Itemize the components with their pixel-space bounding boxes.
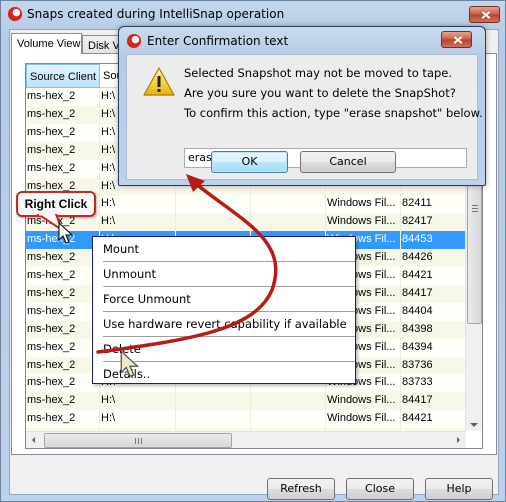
menu-item-details[interactable]: Details.. (103, 362, 355, 387)
cell-col4 (251, 213, 326, 232)
cell-job-id: 82417 (401, 213, 466, 232)
cell-source-client: ms-hex_2 (26, 302, 100, 321)
cell-job-id: 84394 (401, 338, 466, 357)
cell-job-id: 82411 (401, 195, 466, 214)
cell-job-id: 84417 (401, 284, 466, 303)
cell-source-client: ms-hex_2 (26, 267, 100, 285)
cell-source-client: ms-hex_2 (26, 159, 100, 178)
help-button[interactable]: Help (425, 478, 493, 500)
menu-item-unmount[interactable]: Unmount (103, 262, 355, 287)
cell-job-id: 84453 (401, 231, 466, 250)
cell-job-id: 83736 (401, 356, 466, 375)
mouse-cursor-icon-2 (120, 350, 140, 378)
cell-job-id: 84417 (401, 392, 466, 411)
cell-job-id: 83733 (401, 374, 466, 393)
cell-source-client: ms-hex_2 (26, 338, 100, 357)
menu-item-mount[interactable]: Mount (103, 237, 355, 262)
window-title: Snaps created during IntelliSnap operati… (27, 7, 285, 21)
table-row[interactable]: ms-hex_2H:\ Windows Fil...84421 (26, 410, 466, 429)
cell-source-client: ms-hex_2 (26, 141, 100, 160)
ok-button[interactable]: OK (211, 151, 288, 173)
confirmation-dialog: Enter Confirmation text Selected Snapsho… (118, 26, 486, 186)
cell-source-client: ms-hex_2 (26, 356, 100, 375)
cell-job-id: 84421 (401, 267, 466, 285)
cell-source: H:\ (100, 392, 176, 411)
cell-source: H:\ (100, 410, 176, 429)
app-icon (7, 6, 23, 22)
cell-col4 (251, 410, 326, 429)
dialog-close-button[interactable] (441, 31, 472, 48)
dialog-message-line-3: To confirm this action, type "erase snap… (184, 106, 483, 120)
cell-col3 (176, 410, 251, 429)
cell-job-id: 84398 (401, 320, 466, 339)
cell-source-client: ms-hex_2 (26, 249, 100, 268)
dialog-message-line-2: Are you sure you want to delete the Snap… (184, 86, 456, 100)
horizontal-scrollbar[interactable] (26, 431, 466, 448)
scroll-left-arrow[interactable] (32, 437, 35, 443)
cell-source-client: ms-hex_2 (26, 284, 100, 303)
horizontal-scroll-thumb[interactable] (44, 433, 232, 448)
warning-icon (143, 67, 175, 96)
menu-item-force-unmount[interactable]: Force Unmount (103, 287, 355, 312)
cell-source-client: ms-hex_2 (26, 105, 100, 124)
cell-source-client: ms-hex_2 (26, 392, 100, 411)
cell-source-client: ms-hex_2 (26, 374, 100, 393)
mouse-cursor-icon (58, 222, 74, 244)
cell-source: H:\ (100, 195, 176, 214)
dialog-title: Enter Confirmation text (147, 34, 289, 48)
column-source-client[interactable]: Source Client (26, 64, 100, 88)
cell-col3 (176, 213, 251, 232)
cell-col4 (251, 392, 326, 411)
cancel-button[interactable]: Cancel (300, 151, 396, 173)
cell-source-client: ms-hex_2 (26, 88, 100, 106)
cell-job-id: 84421 (401, 410, 466, 429)
window-close-button[interactable] (469, 6, 500, 23)
cell-source-client: ms-hex_2 (26, 123, 100, 142)
cell-job-id: 84404 (401, 302, 466, 321)
scroll-down-arrow[interactable] (470, 423, 478, 427)
close-button[interactable]: Close (346, 478, 414, 500)
cell-col3 (176, 195, 251, 214)
cell-job-id: 84426 (401, 249, 466, 268)
table-row[interactable]: ms-hex_2H:\ Windows Fil...84417 (26, 392, 466, 411)
cell-col3 (176, 392, 251, 411)
tab-volume-view[interactable]: Volume View (11, 33, 82, 54)
menu-item-hardware-revert[interactable]: Use hardware revert capability if availa… (103, 312, 355, 337)
cell-type: Windows Fil... (326, 213, 401, 232)
cell-source-client: ms-hex_2 (26, 410, 100, 429)
refresh-button[interactable]: Refresh (267, 478, 335, 500)
cell-type: Windows Fil... (326, 410, 401, 429)
cell-source-client: ms-hex_2 (26, 320, 100, 339)
menu-item-delete[interactable]: Delete (103, 337, 355, 362)
scroll-right-arrow[interactable] (457, 437, 460, 443)
cell-type: Windows Fil... (326, 195, 401, 214)
cell-col4 (251, 195, 326, 214)
cell-source: H:\ (100, 213, 176, 232)
dialog-app-icon (126, 33, 142, 49)
dialog-message-line-1: Selected Snapshot may not be moved to ta… (184, 66, 453, 80)
cell-type: Windows Fil... (326, 392, 401, 411)
